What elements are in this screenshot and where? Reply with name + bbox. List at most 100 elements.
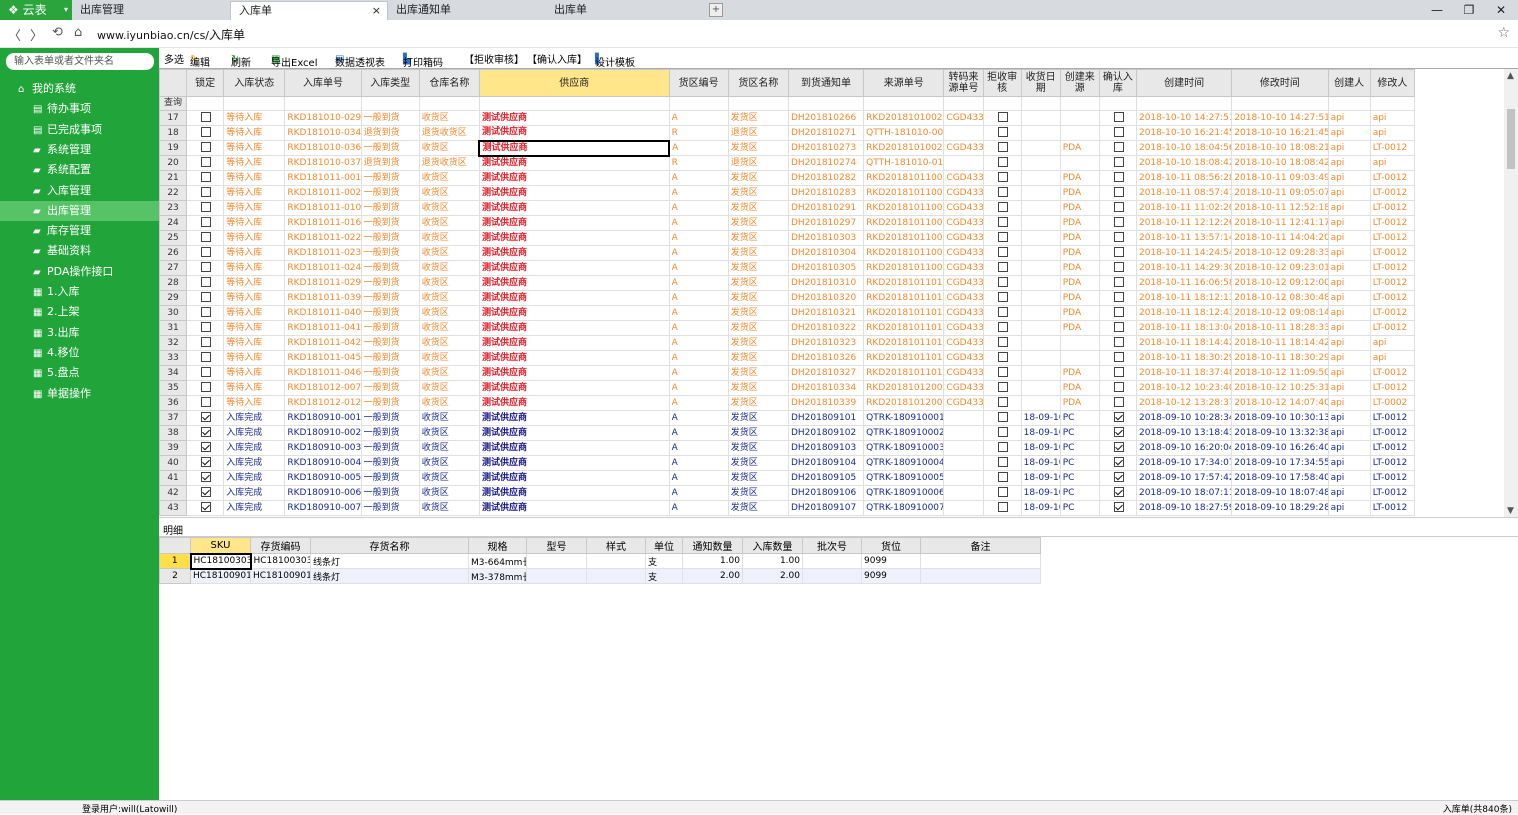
scroll-down-icon[interactable]: ▼: [1507, 506, 1514, 516]
reject-review-checkbox[interactable]: [998, 172, 1009, 182]
table-row[interactable]: 36 等待入库 RKD181012-012 一般到货 收货区 测试供应商 A 发货区 DH201…: [159, 395, 1416, 411]
table-row[interactable]: 21 等待入库 RKD181011-001 一般到货 收货区 测试供应商 A 发货区 DH201…: [159, 170, 1416, 186]
sidebar-item[interactable]: ▤ 已完成事项: [0, 120, 159, 140]
query-row[interactable]: 查询: [159, 96, 1416, 111]
reject-review-checkbox[interactable]: [998, 427, 1009, 437]
table-row[interactable]: 37 入库完成 RKD180910-001 一般到货 收货区 测试供应商 A 发货区 DH201…: [159, 410, 1416, 426]
lock-checkbox[interactable]: [201, 412, 212, 422]
query-cell[interactable]: [360, 96, 420, 111]
lock-checkbox[interactable]: [201, 397, 212, 407]
column-header[interactable]: 锁定: [186, 69, 225, 97]
confirm-inbound-checkbox[interactable]: [1113, 202, 1124, 212]
close-tab-icon[interactable]: ×: [372, 2, 381, 20]
sidebar-item[interactable]: ▦ 4.移位: [0, 343, 159, 363]
column-header[interactable]: 修改时间: [1231, 69, 1329, 97]
reject-review-checkbox[interactable]: [998, 157, 1009, 167]
detail-column-header[interactable]: 样式: [586, 537, 646, 554]
lock-checkbox[interactable]: [201, 262, 212, 272]
detail-column-header[interactable]: 规格: [468, 537, 527, 554]
tab-outbound-notice[interactable]: 出库通知单: [388, 1, 546, 20]
table-row[interactable]: 35 等待入库 RKD181012-007 一般到货 收货区 测试供应商 A 发货区 DH201…: [159, 380, 1416, 396]
detail-column-header[interactable]: 存货名称: [310, 537, 469, 554]
reject-review-checkbox[interactable]: [998, 442, 1009, 452]
column-header[interactable]: 创建时间: [1135, 69, 1233, 97]
detail-column-header[interactable]: 单位: [645, 537, 683, 554]
confirm-inbound-checkbox[interactable]: [1113, 292, 1124, 302]
column-header[interactable]: 拒收审核: [982, 69, 1022, 97]
reject-review-checkbox[interactable]: [998, 322, 1009, 332]
reject-review-checkbox[interactable]: [998, 187, 1009, 197]
query-cell[interactable]: [943, 96, 984, 111]
lock-checkbox[interactable]: [201, 232, 212, 242]
table-row[interactable]: 33 等待入库 RKD181011-045 一般到货 收货区 测试供应商 A 发货区 DH201…: [159, 350, 1416, 366]
confirm-inbound-button[interactable]: 【确认入库】: [527, 51, 587, 66]
table-row[interactable]: 40 入库完成 RKD180910-004 一般到货 收货区 测试供应商 A 发货区 DH201…: [159, 455, 1416, 471]
query-cell[interactable]: [727, 96, 789, 111]
reject-review-checkbox[interactable]: [998, 502, 1009, 512]
lock-checkbox[interactable]: [201, 307, 212, 317]
sidebar-item[interactable]: ▰ 系统管理: [0, 140, 159, 160]
table-row[interactable]: 17 等待入库 RKD181010-029 一般到货 收货区 测试供应商 A 发货区 DH201…: [159, 110, 1416, 126]
lock-checkbox[interactable]: [201, 187, 212, 197]
table-row[interactable]: 32 等待入库 RKD181011-042 一般到货 收货区 测试供应商 A 发货区 DH201…: [159, 335, 1416, 351]
query-cell[interactable]: [982, 96, 1022, 111]
lock-checkbox[interactable]: [201, 247, 212, 257]
table-row[interactable]: 38 入库完成 RKD180910-002 一般到货 收货区 测试供应商 A 发货区 DH201…: [159, 425, 1416, 441]
query-cell[interactable]: [863, 96, 945, 111]
table-row[interactable]: 20 等待入库 RKD181010-037 退货到货 退货收货区 测试供应商 R 退货区 DH2…: [159, 155, 1416, 171]
tab-inbound-order[interactable]: 入库单 ×: [230, 1, 388, 20]
lock-checkbox[interactable]: [201, 427, 212, 437]
reject-review-checkbox[interactable]: [998, 292, 1009, 302]
column-header[interactable]: 入库类型: [360, 69, 420, 97]
window-close-icon[interactable]: ✕: [1486, 0, 1516, 20]
query-cell[interactable]: [668, 96, 729, 111]
reject-review-checkbox[interactable]: [998, 352, 1009, 362]
detail-column-header[interactable]: 型号: [526, 537, 587, 554]
reject-review-checkbox[interactable]: [998, 142, 1009, 152]
restore-icon[interactable]: ❐: [1454, 0, 1484, 20]
confirm-inbound-checkbox[interactable]: [1113, 397, 1124, 407]
lock-checkbox[interactable]: [201, 337, 212, 347]
sidebar-item[interactable]: ▰ 入库管理: [0, 181, 159, 201]
sidebar-item[interactable]: ▰ 库存管理: [0, 221, 159, 241]
app-logo[interactable]: ❖ 云表 ▾: [0, 0, 72, 20]
lock-checkbox[interactable]: [201, 322, 212, 332]
lock-checkbox[interactable]: [201, 172, 212, 182]
sidebar-item[interactable]: ▤ 待办事项: [0, 99, 159, 119]
reject-review-checkbox[interactable]: [998, 382, 1009, 392]
query-cell[interactable]: [284, 96, 362, 111]
tab-outbound-management[interactable]: 出库管理: [72, 1, 230, 20]
detail-column-header[interactable]: 货位: [861, 537, 921, 554]
table-row[interactable]: 18 等待入库 RKD181010-034 退货到货 退货收货区 测试供应商 R 退货区 DH2…: [159, 125, 1416, 141]
confirm-inbound-checkbox[interactable]: [1113, 352, 1124, 362]
lock-checkbox[interactable]: [201, 367, 212, 377]
table-row[interactable]: 42 入库完成 RKD180910-006 一般到货 收货区 测试供应商 A 发货区 DH201…: [159, 485, 1416, 501]
detail-column-header[interactable]: 备注: [920, 537, 1041, 554]
vertical-scrollbar[interactable]: ▲ ▼: [1504, 69, 1518, 517]
sidebar-item[interactable]: ▦ 1.入库: [0, 282, 159, 302]
table-row[interactable]: 34 等待入库 RKD181011-046 一般到货 收货区 测试供应商 A 发货区 DH201…: [159, 365, 1416, 381]
lock-checkbox[interactable]: [201, 292, 212, 302]
confirm-inbound-checkbox[interactable]: [1113, 442, 1124, 452]
confirm-inbound-checkbox[interactable]: [1113, 412, 1124, 422]
reject-review-checkbox[interactable]: [998, 217, 1009, 227]
tab-detail[interactable]: 明细: [163, 522, 183, 537]
lock-checkbox[interactable]: [201, 127, 212, 137]
detail-column-header[interactable]: 入库数量: [742, 537, 803, 554]
column-header[interactable]: 收货日期: [1020, 69, 1061, 97]
sidebar-item[interactable]: ▦ 3.出库: [0, 323, 159, 343]
sidebar-item[interactable]: ▦ 单据操作: [0, 384, 159, 404]
forward-icon[interactable]: 〉: [30, 25, 43, 44]
detail-column-header[interactable]: 批次号: [802, 537, 862, 554]
table-row[interactable]: 26 等待入库 RKD181011-023 一般到货 收货区 测试供应商 A 发货区 DH201…: [159, 245, 1416, 261]
confirm-inbound-checkbox[interactable]: [1113, 232, 1124, 242]
reject-review-checkbox[interactable]: [998, 202, 1009, 212]
reject-review-checkbox[interactable]: [998, 232, 1009, 242]
table-row[interactable]: 25 等待入库 RKD181011-022 一般到货 收货区 测试供应商 A 发货区 DH201…: [159, 230, 1416, 246]
lock-checkbox[interactable]: [201, 487, 212, 497]
column-header[interactable]: 入库单号: [284, 69, 362, 97]
query-cell[interactable]: [186, 96, 225, 111]
multiselect-button[interactable]: 多选: [164, 51, 184, 66]
column-header[interactable]: 货区名称: [727, 69, 789, 97]
query-cell[interactable]: [1327, 96, 1371, 111]
